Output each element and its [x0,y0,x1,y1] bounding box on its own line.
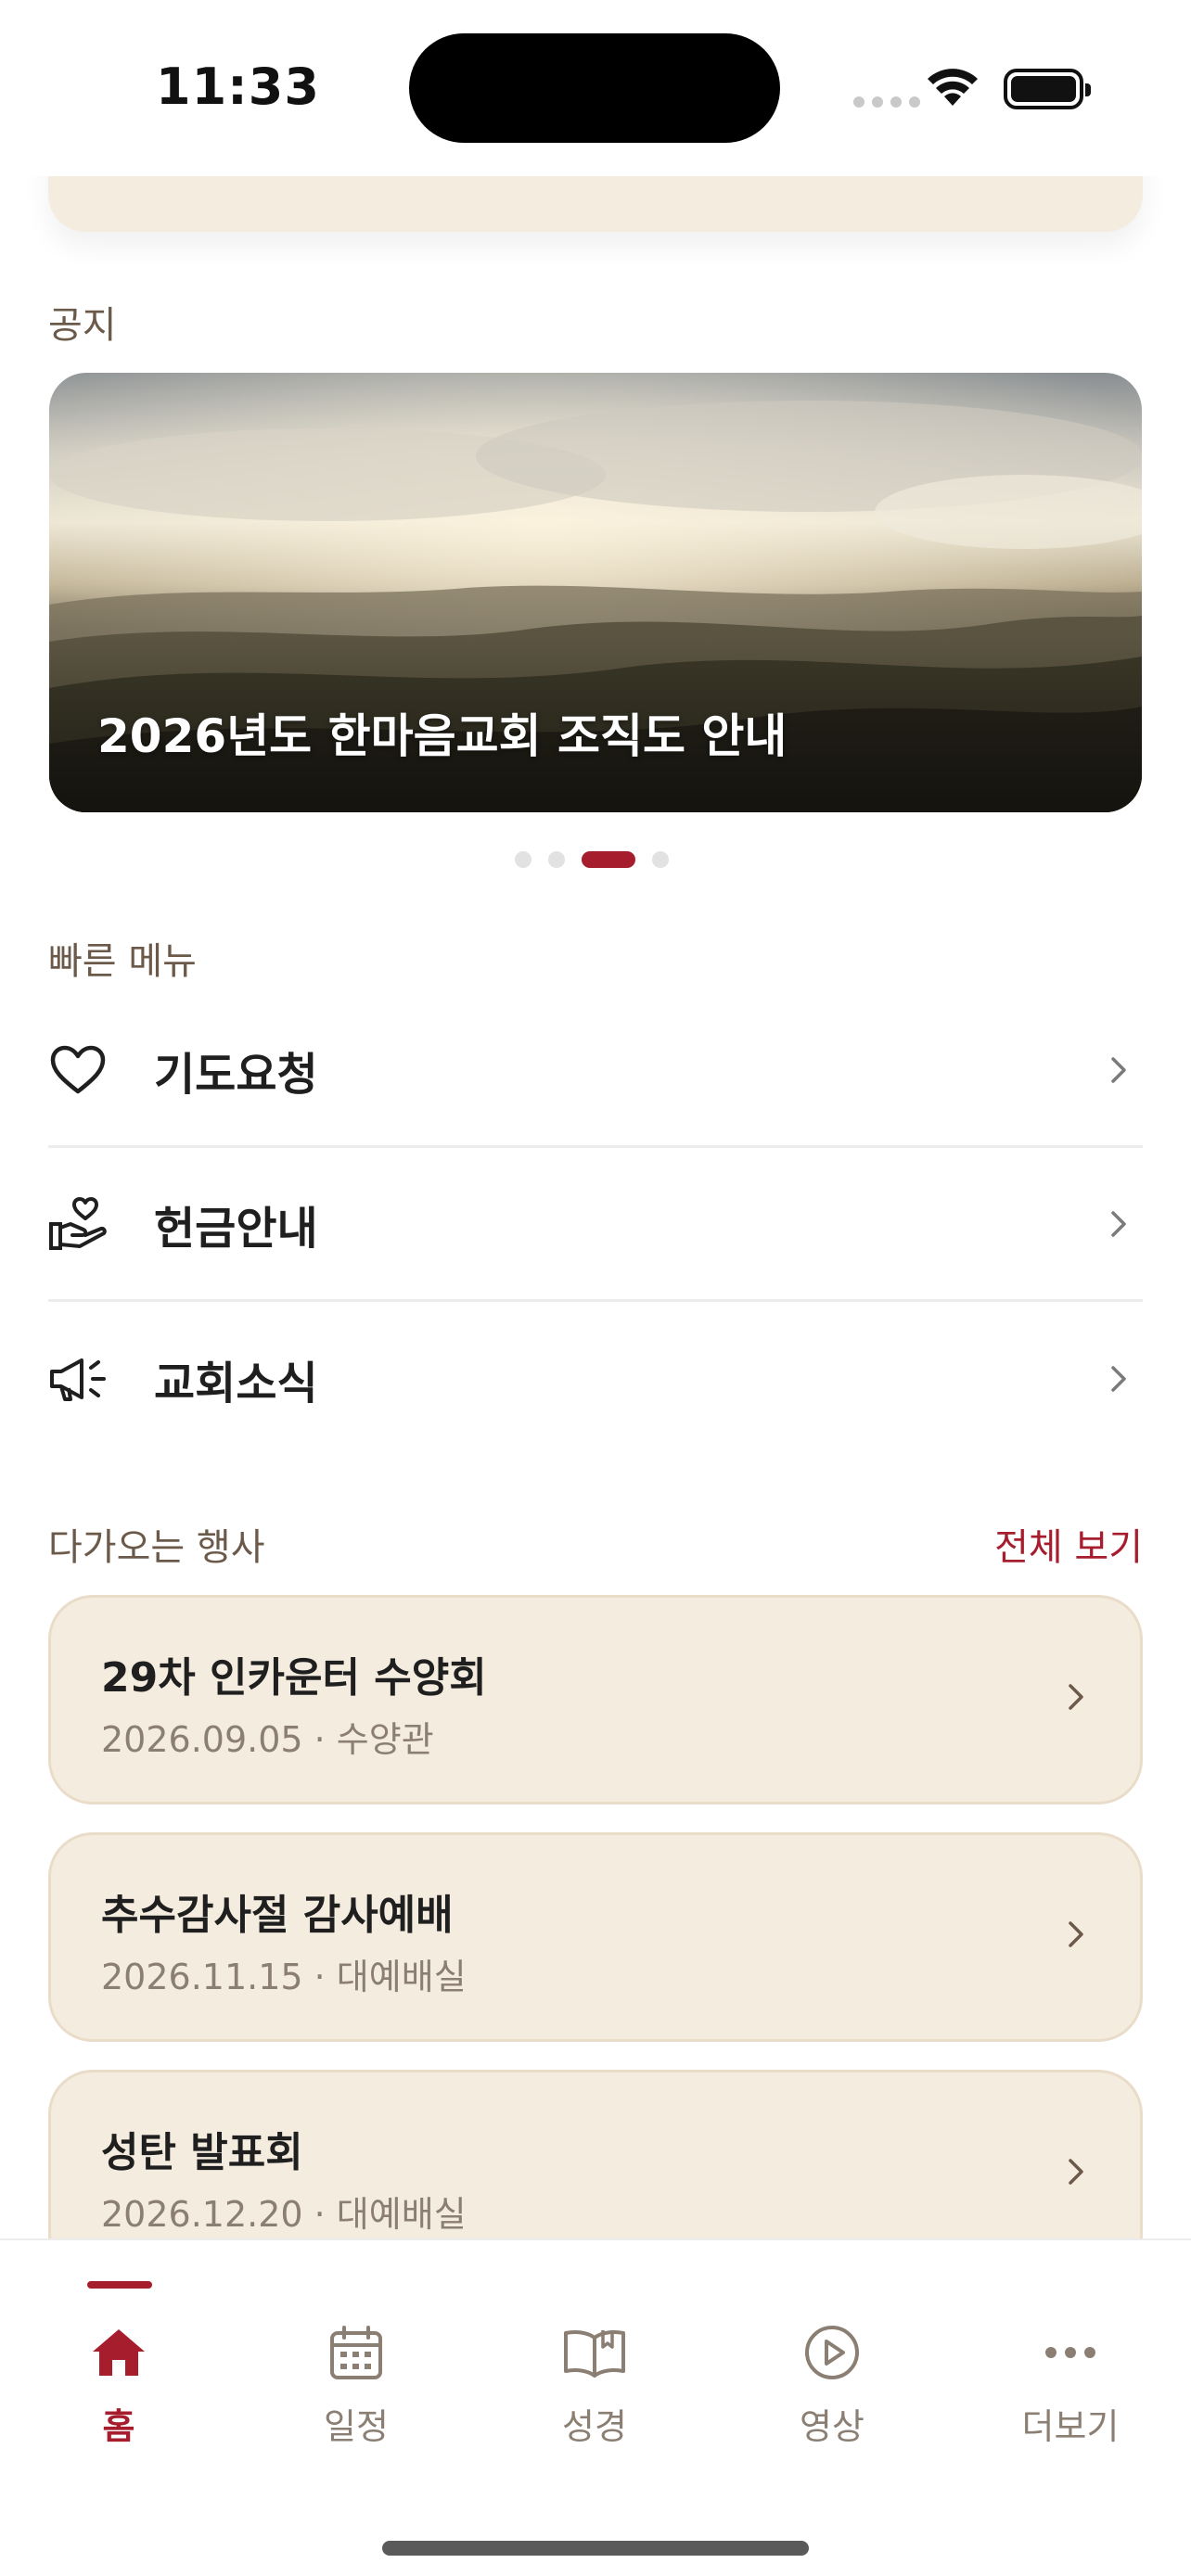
quick-menu-item-prayer[interactable]: 기도요청 [48,994,1143,1148]
event-meta: 2026.11.15 · 대예배실 [101,1957,467,1997]
notice-banner[interactable]: 2026년도 한마음교회 조직도 안내 [49,373,1142,812]
carousel-dot[interactable] [548,851,565,868]
book-icon [562,2320,627,2385]
hand-heart-icon [48,1194,108,1254]
tab-label: 홈 [102,2406,135,2447]
quick-menu-label: 헌금안내 [154,1202,318,1255]
tab-more[interactable]: 더보기 [978,2320,1163,2449]
chevron-right-icon [1068,1683,1084,1715]
event-meta: 2026.09.05 · 수양관 [101,1719,434,1760]
quick-menu-section-label: 빠른 메뉴 [48,940,197,983]
quick-menu-item-news[interactable]: 교회소식 [48,1302,1143,1456]
carousel-dot[interactable] [515,851,531,868]
tab-label: 성경 [562,2406,627,2447]
tab-bar: 홈 일정 성경 영상 더보기 [0,2238,1191,2576]
tab-label: 더보기 [1021,2406,1120,2447]
chevron-right-icon [1068,1920,1084,1952]
event-title: 성탄 발표회 [101,2129,303,2176]
chevron-right-icon [1100,1205,1137,1243]
chevron-right-icon [1100,1360,1137,1397]
carousel-dot-active[interactable] [582,851,635,868]
status-bar: 11:33 [0,0,1191,176]
calendar-icon [329,2320,383,2385]
quick-menu-item-offering[interactable]: 헌금안내 [48,1148,1143,1302]
chevron-right-icon [1100,1052,1137,1089]
active-tab-indicator [87,2281,152,2289]
notice-section-label: 공지 [48,304,117,347]
carousel-dot[interactable] [652,851,669,868]
dynamic-island [409,33,780,143]
tab-home[interactable]: 홈 [26,2320,211,2449]
wifi-icon [926,65,980,111]
tab-label: 영상 [800,2406,864,2447]
home-icon [90,2320,147,2385]
tab-bible[interactable]: 성경 [502,2320,687,2449]
event-card[interactable]: 추수감사절 감사예배 2026.11.15 · 대예배실 [48,1832,1143,2042]
chevron-right-icon [1068,2158,1084,2189]
banner-title: 2026년도 한마음교회 조직도 안내 [97,709,788,763]
carousel-dots [515,851,669,868]
view-all-link[interactable]: 전체 보기 [994,1517,1143,1571]
status-time: 11:33 [156,57,320,116]
event-card[interactable]: 29차 인카운터 수양회 2026.09.05 · 수양관 [48,1595,1143,1804]
play-icon [803,2320,861,2385]
cellular-signal-icon [853,96,920,108]
megaphone-icon [48,1349,108,1409]
heart-icon [48,1040,108,1100]
quick-menu-label: 기도요청 [154,1048,318,1101]
tab-schedule[interactable]: 일정 [263,2320,449,2449]
event-title: 추수감사절 감사예배 [101,1892,454,1939]
events-section-label: 다가오는 행사 [48,1526,265,1569]
tab-video[interactable]: 영상 [739,2320,925,2449]
more-icon [1044,2320,1096,2385]
home-indicator[interactable] [382,2541,809,2556]
quick-menu-label: 교회소식 [154,1358,318,1409]
event-meta: 2026.12.20 · 대예배실 [101,2194,467,2235]
event-title: 29차 인카운터 수양회 [101,1654,487,1702]
tab-label: 일정 [324,2406,389,2447]
battery-icon [1004,69,1091,109]
